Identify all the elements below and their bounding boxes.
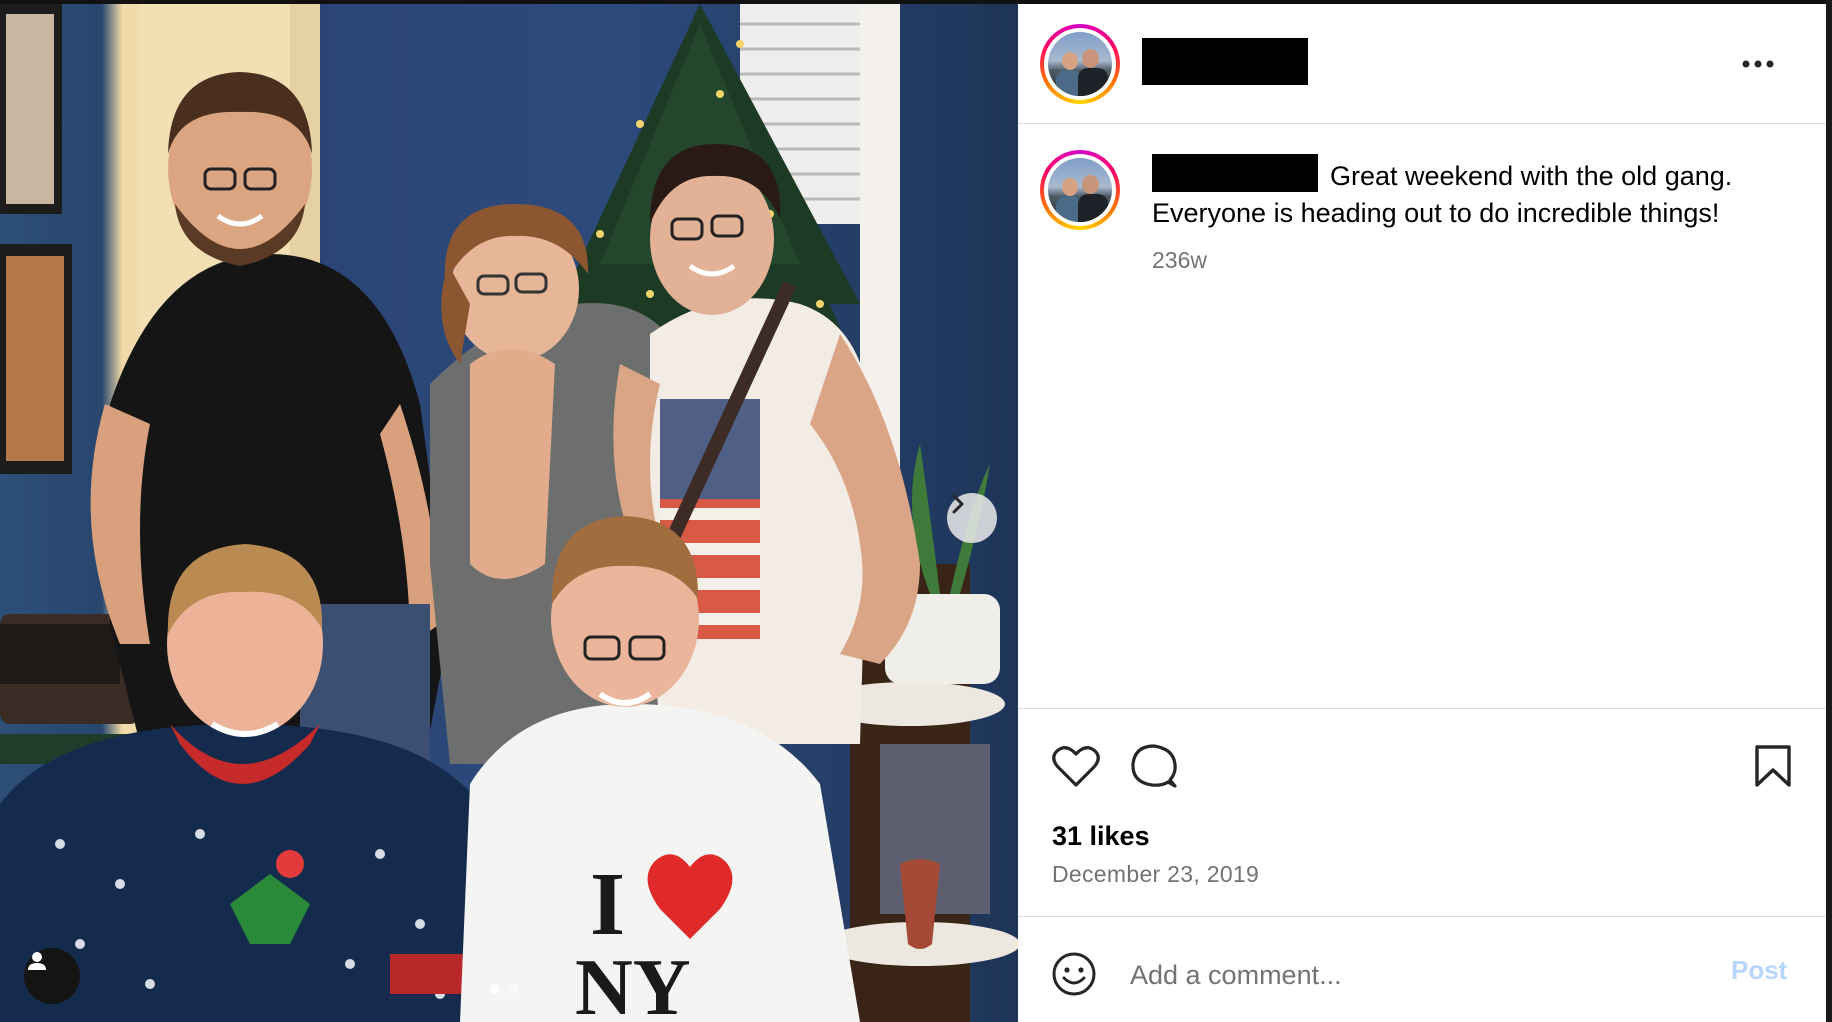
avatar-image — [1048, 32, 1112, 96]
carousel-indicator — [490, 984, 518, 994]
caption-author-avatar[interactable] — [1040, 150, 1120, 230]
svg-text:I: I — [590, 855, 625, 954]
more-horizontal-icon — [1742, 60, 1774, 68]
avatar-image — [1048, 158, 1112, 222]
window-edge — [1826, 0, 1832, 1022]
post-date: December 23, 2019 — [1052, 861, 1260, 887]
carousel-dot-active — [490, 984, 500, 994]
group-photo-illustration: I NY — [0, 4, 1018, 1022]
divider — [1018, 916, 1826, 917]
like-button[interactable] — [1050, 740, 1102, 792]
divider — [1018, 708, 1826, 709]
post-caption: Great weekend with the old gang. Everyon… — [1152, 154, 1792, 232]
username-redacted[interactable] — [1142, 38, 1308, 85]
comment-icon — [1131, 744, 1177, 788]
post-comment-button[interactable]: Post — [1731, 955, 1787, 986]
comment-input[interactable] — [1128, 952, 1692, 998]
comment-button[interactable] — [1128, 740, 1180, 792]
instagram-post-viewer: I NY Great weekend with the old gang. Ev… — [0, 0, 1832, 1022]
svg-text:NY: NY — [575, 944, 691, 1022]
post-age[interactable]: 236w — [1152, 247, 1207, 274]
emoji-button[interactable] — [1048, 948, 1100, 1000]
post-header — [1018, 4, 1826, 124]
heart-icon — [1052, 746, 1100, 787]
carousel-next-button[interactable] — [947, 493, 997, 543]
chevron-right-icon — [952, 494, 964, 514]
author-avatar[interactable] — [1040, 24, 1120, 104]
save-button[interactable] — [1747, 740, 1799, 792]
carousel-dot — [508, 984, 518, 994]
smiley-icon — [1052, 952, 1096, 996]
more-options-button[interactable] — [1736, 42, 1780, 86]
caption-username-redacted[interactable] — [1152, 154, 1318, 192]
user-icon — [28, 952, 46, 970]
likes-count[interactable]: 31 likes — [1052, 821, 1150, 852]
tagged-users-button[interactable] — [24, 948, 80, 1004]
post-photo[interactable]: I NY — [0, 4, 1018, 1022]
bookmark-icon — [1755, 745, 1791, 787]
post-details-panel: Great weekend with the old gang. Everyon… — [1018, 4, 1826, 1022]
